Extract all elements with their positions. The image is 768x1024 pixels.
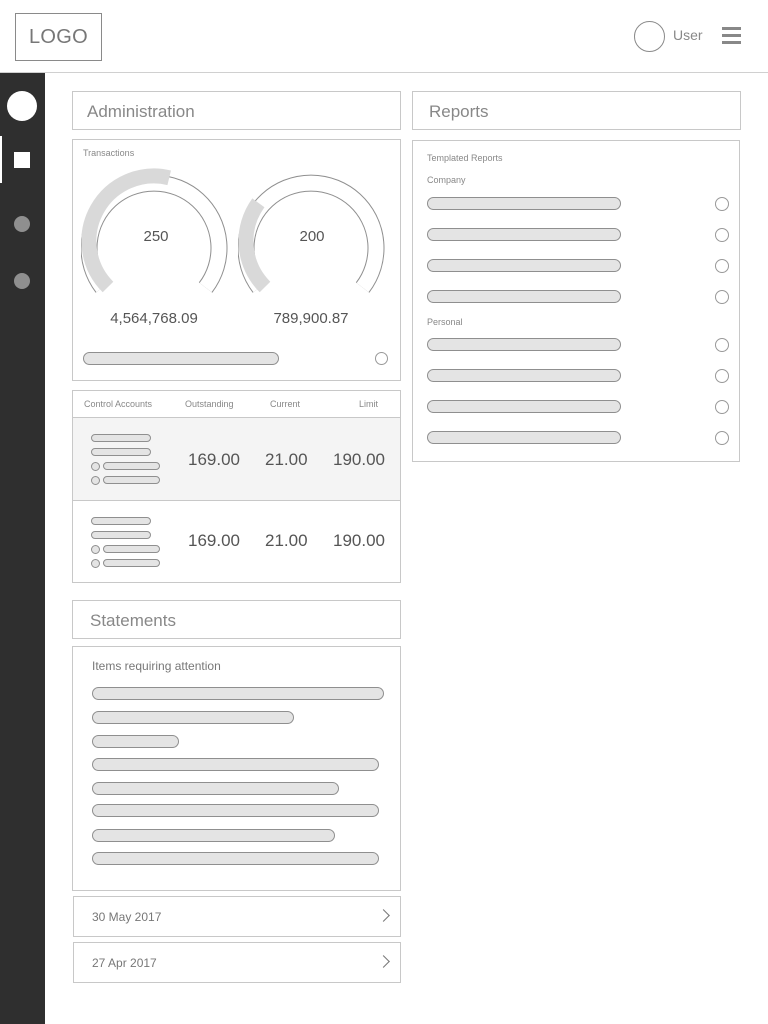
attention-item[interactable] — [92, 711, 294, 724]
sidebar-dot-icon[interactable] — [14, 273, 30, 289]
row-outstanding-value: 169.00 — [188, 531, 240, 550]
row-placeholder-line — [103, 559, 160, 567]
company-report-item[interactable] — [427, 197, 621, 210]
company-label: Company — [427, 175, 466, 185]
chevron-right-icon — [377, 955, 390, 968]
table-row[interactable]: 169.00 21.00 190.00 — [73, 501, 400, 582]
transactions-radio[interactable] — [375, 352, 388, 365]
chevron-right-icon — [377, 909, 390, 922]
attention-item[interactable] — [92, 735, 179, 748]
personal-report-item[interactable] — [427, 400, 621, 413]
row-placeholder-line — [91, 434, 151, 442]
attention-item[interactable] — [92, 804, 379, 817]
transactions-slider-track[interactable] — [83, 352, 279, 365]
statements-header: Statements — [72, 600, 401, 639]
templated-reports-label: Templated Reports — [427, 153, 503, 163]
company-report-item[interactable] — [427, 290, 621, 303]
transactions-panel: Transactions 250 4,564,768.09 200 789,90… — [72, 139, 401, 381]
reports-header: Reports — [412, 91, 741, 130]
column-header-limit: Limit — [359, 399, 379, 409]
row-current-value: 21.00 — [265, 450, 308, 469]
sidebar-dot-icon[interactable] — [14, 216, 30, 232]
personal-report-radio[interactable] — [715, 400, 729, 414]
control-accounts-table: Control Accounts Outstanding Current Lim… — [72, 390, 401, 583]
hamburger-menu-icon[interactable] — [722, 27, 741, 46]
row-outstanding-value: 169.00 — [188, 450, 240, 469]
attention-item[interactable] — [92, 829, 335, 842]
column-header-control-accounts: Control Accounts — [84, 399, 153, 409]
top-bar: LOGO User — [0, 0, 768, 73]
company-report-radio[interactable] — [715, 197, 729, 211]
company-report-radio[interactable] — [715, 259, 729, 273]
reports-panel: Templated Reports Company Personal — [412, 140, 740, 462]
personal-report-radio[interactable] — [715, 431, 729, 445]
attention-item[interactable] — [92, 758, 379, 771]
sidebar-home-circle-icon[interactable] — [7, 91, 37, 121]
statement-date-row[interactable]: 30 May 2017 — [73, 896, 401, 937]
row-placeholder-dot — [91, 545, 100, 554]
statement-date: 30 May 2017 — [92, 910, 162, 924]
attention-panel: Items requiring attention — [72, 646, 401, 891]
transactions-label: Transactions — [83, 148, 135, 158]
personal-report-radio[interactable] — [715, 338, 729, 352]
company-report-item[interactable] — [427, 259, 621, 272]
gauge-1-value: 250 — [143, 228, 169, 245]
column-header-current: Current — [270, 399, 301, 409]
gauge-2-value: 200 — [299, 228, 325, 245]
row-placeholder-dot — [91, 462, 100, 471]
row-placeholder-line — [91, 517, 151, 525]
statement-date-row[interactable]: 27 Apr 2017 — [73, 942, 401, 983]
logo[interactable]: LOGO — [15, 13, 102, 61]
row-placeholder-dot — [91, 559, 100, 568]
sidebar — [0, 73, 45, 1024]
column-header-outstanding: Outstanding — [185, 399, 234, 409]
reports-title: Reports — [429, 102, 489, 121]
company-report-item[interactable] — [427, 228, 621, 241]
administration-title: Administration — [87, 102, 195, 121]
administration-header: Administration — [72, 91, 401, 130]
row-placeholder-line — [103, 462, 160, 470]
attention-label: Items requiring attention — [92, 659, 221, 673]
company-report-radio[interactable] — [715, 290, 729, 304]
table-row[interactable]: 169.00 21.00 190.00 — [73, 417, 400, 501]
row-placeholder-line — [103, 545, 160, 553]
row-placeholder-line — [91, 448, 151, 456]
row-placeholder-line — [103, 476, 160, 484]
row-current-value: 21.00 — [265, 531, 308, 550]
attention-item[interactable] — [92, 782, 339, 795]
sidebar-active-indicator — [0, 136, 2, 183]
gauge-2-amount: 789,900.87 — [273, 310, 349, 327]
row-placeholder-line — [91, 531, 151, 539]
personal-report-item[interactable] — [427, 431, 621, 444]
personal-label: Personal — [427, 317, 463, 327]
company-report-radio[interactable] — [715, 228, 729, 242]
personal-report-item[interactable] — [427, 369, 621, 382]
attention-item[interactable] — [92, 687, 384, 700]
gauge-1-amount: 4,564,768.09 — [110, 310, 198, 327]
sidebar-square-icon[interactable] — [14, 152, 30, 168]
user-name[interactable]: User — [673, 27, 703, 43]
personal-report-item[interactable] — [427, 338, 621, 351]
user-avatar[interactable] — [634, 21, 665, 52]
attention-item[interactable] — [92, 852, 379, 865]
row-limit-value: 190.00 — [333, 531, 385, 550]
row-placeholder-dot — [91, 476, 100, 485]
personal-report-radio[interactable] — [715, 369, 729, 383]
statements-title: Statements — [90, 611, 176, 630]
statement-date: 27 Apr 2017 — [92, 956, 157, 970]
row-limit-value: 190.00 — [333, 450, 385, 469]
